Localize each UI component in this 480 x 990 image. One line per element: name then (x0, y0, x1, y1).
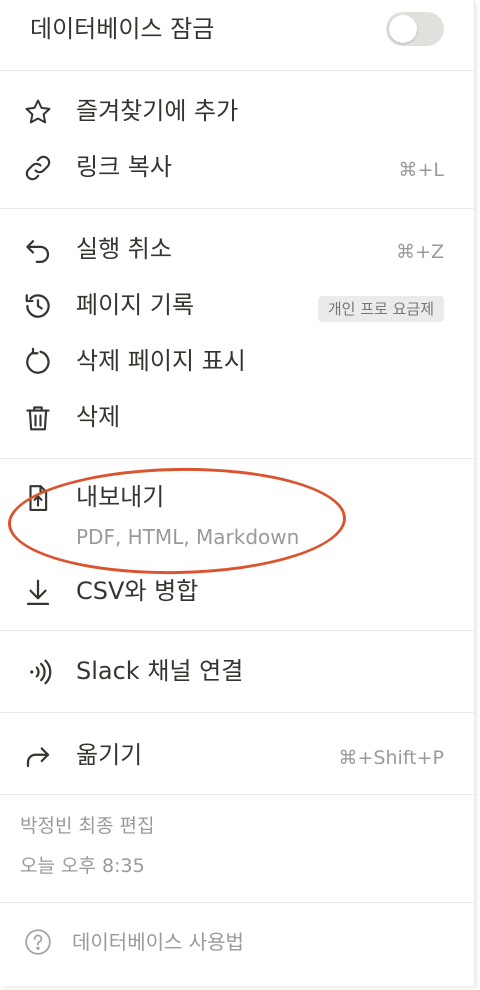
delete-item[interactable]: 삭제 (0, 390, 474, 442)
show-deleted-pages-item[interactable]: 삭제 페이지 표시 (0, 334, 474, 386)
lock-database-row[interactable]: 데이터베이스 잠금 (0, 0, 474, 60)
trash-icon (22, 402, 54, 434)
page-history-item[interactable]: 페이지 기록 개인 프로 요금제 (0, 278, 474, 330)
lock-database-toggle[interactable] (386, 12, 444, 46)
plan-badge: 개인 프로 요금제 (317, 296, 444, 322)
export-item[interactable]: 내보내기 PDF, HTML, Markdown (0, 474, 474, 560)
add-to-favorites-item[interactable]: 즐겨찾기에 추가 (0, 86, 474, 138)
link-icon (22, 152, 54, 184)
question-icon (22, 926, 54, 958)
copy-link-label: 링크 복사 (76, 153, 172, 181)
restore-icon (22, 346, 54, 378)
add-to-favorites-label: 즐겨찾기에 추가 (76, 97, 239, 125)
copy-link-item[interactable]: 링크 복사 ⌘+L (0, 142, 474, 194)
divider (0, 208, 474, 209)
move-label: 옮기기 (76, 741, 143, 769)
last-edited-by: 박정빈 최종 편집 (20, 815, 155, 837)
database-help-label: 데이터베이스 사용법 (72, 930, 244, 954)
undo-item[interactable]: 실행 취소 ⌘+Z (0, 222, 474, 274)
undo-label: 실행 취소 (76, 235, 172, 263)
divider (0, 712, 474, 713)
delete-label: 삭제 (76, 403, 121, 431)
broadcast-icon (22, 656, 54, 688)
divider (0, 794, 474, 795)
divider (0, 630, 474, 631)
page-options-menu: 데이터베이스 잠금 즐겨찾기에 추가 링크 복사 ⌘+L 실행 취소 ⌘+Z 페… (0, 0, 475, 986)
toggle-knob (389, 15, 417, 43)
show-deleted-pages-label: 삭제 페이지 표시 (76, 347, 246, 375)
divider (0, 70, 474, 71)
copy-link-shortcut: ⌘+L (398, 159, 444, 181)
export-label: 내보내기 (76, 483, 165, 511)
database-help-link[interactable]: 데이터베이스 사용법 (0, 920, 474, 964)
page-history-label: 페이지 기록 (76, 291, 195, 319)
divider (0, 458, 474, 459)
divider (0, 902, 474, 903)
connect-slack-label: Slack 채널 연결 (76, 657, 244, 685)
merge-csv-label: CSV와 병합 (76, 577, 199, 605)
export-formats: PDF, HTML, Markdown (76, 525, 300, 549)
star-icon (22, 96, 54, 128)
undo-shortcut: ⌘+Z (396, 241, 444, 263)
connect-slack-item[interactable]: Slack 채널 연결 (0, 646, 474, 698)
lock-database-label: 데이터베이스 잠금 (30, 15, 215, 43)
history-icon (22, 290, 54, 322)
move-item[interactable]: 옮기기 ⌘+Shift+P (0, 728, 474, 780)
move-shortcut: ⌘+Shift+P (338, 747, 444, 769)
download-icon (22, 576, 54, 608)
move-arrow-icon (22, 740, 54, 772)
export-icon (22, 482, 54, 514)
last-edited-time: 오늘 오후 8:35 (20, 855, 145, 877)
undo-icon (22, 234, 54, 266)
merge-csv-item[interactable]: CSV와 병합 (0, 564, 474, 616)
